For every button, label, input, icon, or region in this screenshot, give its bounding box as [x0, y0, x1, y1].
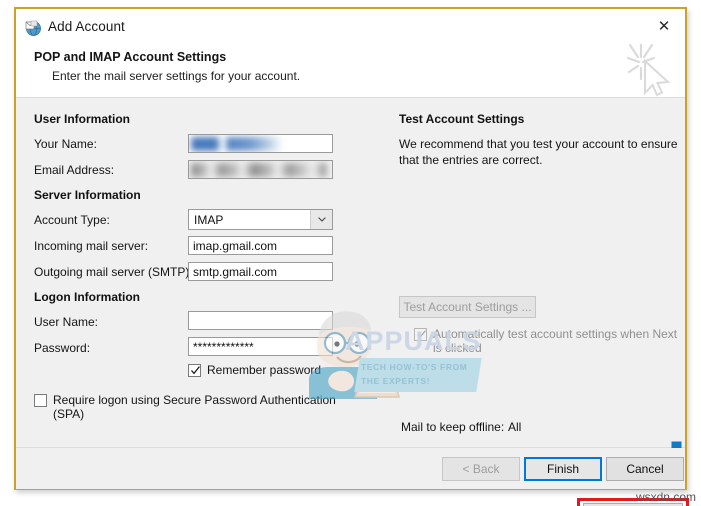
account-type-value: IMAP — [194, 212, 224, 227]
remember-password-checkbox[interactable]: Remember password — [188, 363, 321, 377]
outgoing-mail-server-label: Outgoing mail server (SMTP): — [34, 265, 193, 279]
account-type-label: Account Type: — [34, 213, 110, 227]
site-watermark: wsxdn.com — [635, 490, 696, 504]
auto-test-checkbox[interactable]: Automatically test account settings when… — [414, 327, 682, 355]
auto-test-label-line1: Automatically test account settings when… — [433, 327, 678, 341]
section-server-information: Server Information — [34, 188, 141, 202]
cancel-button[interactable]: Cancel — [606, 457, 684, 481]
check-icon — [417, 330, 426, 339]
password-input[interactable]: ************* — [188, 337, 333, 356]
dialog-titlebar: Add Account ✕ POP and IMAP Account Setti… — [16, 9, 685, 98]
incoming-mail-server-input[interactable]: imap.gmail.com — [188, 236, 333, 255]
back-button[interactable]: < Back — [442, 457, 520, 481]
user-name-input[interactable] — [188, 311, 333, 330]
auto-test-label: Automatically test account settings when… — [433, 327, 677, 355]
your-name-label: Your Name: — [34, 137, 97, 151]
auto-test-label-line2: is clicked — [433, 341, 482, 355]
email-address-label: Email Address: — [34, 163, 115, 177]
offline-slider-label: Mail to keep offline: — [401, 420, 505, 434]
screenshot-root: Add Account ✕ POP and IMAP Account Setti… — [0, 0, 701, 506]
incoming-mail-server-label: Incoming mail server: — [34, 239, 149, 253]
password-label: Password: — [34, 341, 91, 355]
checkbox-box — [188, 364, 201, 377]
watermark-tagline-band — [354, 358, 482, 392]
outgoing-mail-server-input[interactable]: smtp.gmail.com — [188, 262, 333, 281]
test-account-description: We recommend that you test your account … — [399, 137, 678, 167]
cursor-sparkle-icon — [621, 41, 677, 99]
redacted-email-text — [191, 163, 327, 177]
close-icon[interactable]: ✕ — [653, 17, 675, 37]
account-type-select[interactable]: IMAP — [188, 209, 333, 230]
checkbox-box — [414, 328, 427, 341]
require-spa-checkbox[interactable]: Require logon using Secure Password Auth… — [34, 393, 374, 421]
require-spa-label-line1: Require logon using Secure Password Auth… — [53, 393, 336, 407]
your-name-input[interactable] — [188, 134, 333, 153]
add-account-dialog: Add Account ✕ POP and IMAP Account Setti… — [14, 7, 689, 506]
section-test-account-settings: Test Account Settings — [399, 112, 525, 126]
require-spa-label: Require logon using Secure Password Auth… — [53, 393, 336, 421]
dialog-body: User Information Your Name: Email Addres… — [16, 98, 689, 506]
email-address-input[interactable] — [188, 160, 333, 179]
chevron-down-icon[interactable] — [310, 210, 332, 229]
user-name-label: User Name: — [34, 315, 99, 329]
page-title: POP and IMAP Account Settings — [34, 50, 227, 64]
checkbox-box — [34, 394, 47, 407]
watermark-tagline-line1: TECH HOW-TO'S FROM — [361, 362, 468, 372]
page-subtitle: Enter the mail server settings for your … — [52, 69, 301, 83]
section-logon-information: Logon Information — [34, 290, 140, 304]
watermark-tagline: TECH HOW-TO'S FROM THE EXPERTS! — [361, 360, 481, 388]
offline-slider-value: All — [508, 420, 522, 434]
window-title: Add Account — [48, 19, 125, 34]
dialog-footer: < Back Finish Cancel — [16, 448, 685, 489]
mail-globe-icon — [24, 19, 42, 37]
watermark-tagline-line2: THE EXPERTS! — [361, 376, 431, 386]
require-spa-label-line2: (SPA) — [53, 407, 85, 421]
section-user-information: User Information — [34, 112, 131, 126]
redacted-name-text — [191, 137, 291, 151]
finish-button[interactable]: Finish — [524, 457, 602, 481]
remember-password-label: Remember password — [207, 363, 322, 377]
check-icon — [191, 366, 200, 375]
test-account-settings-button[interactable]: Test Account Settings ... — [399, 296, 536, 318]
